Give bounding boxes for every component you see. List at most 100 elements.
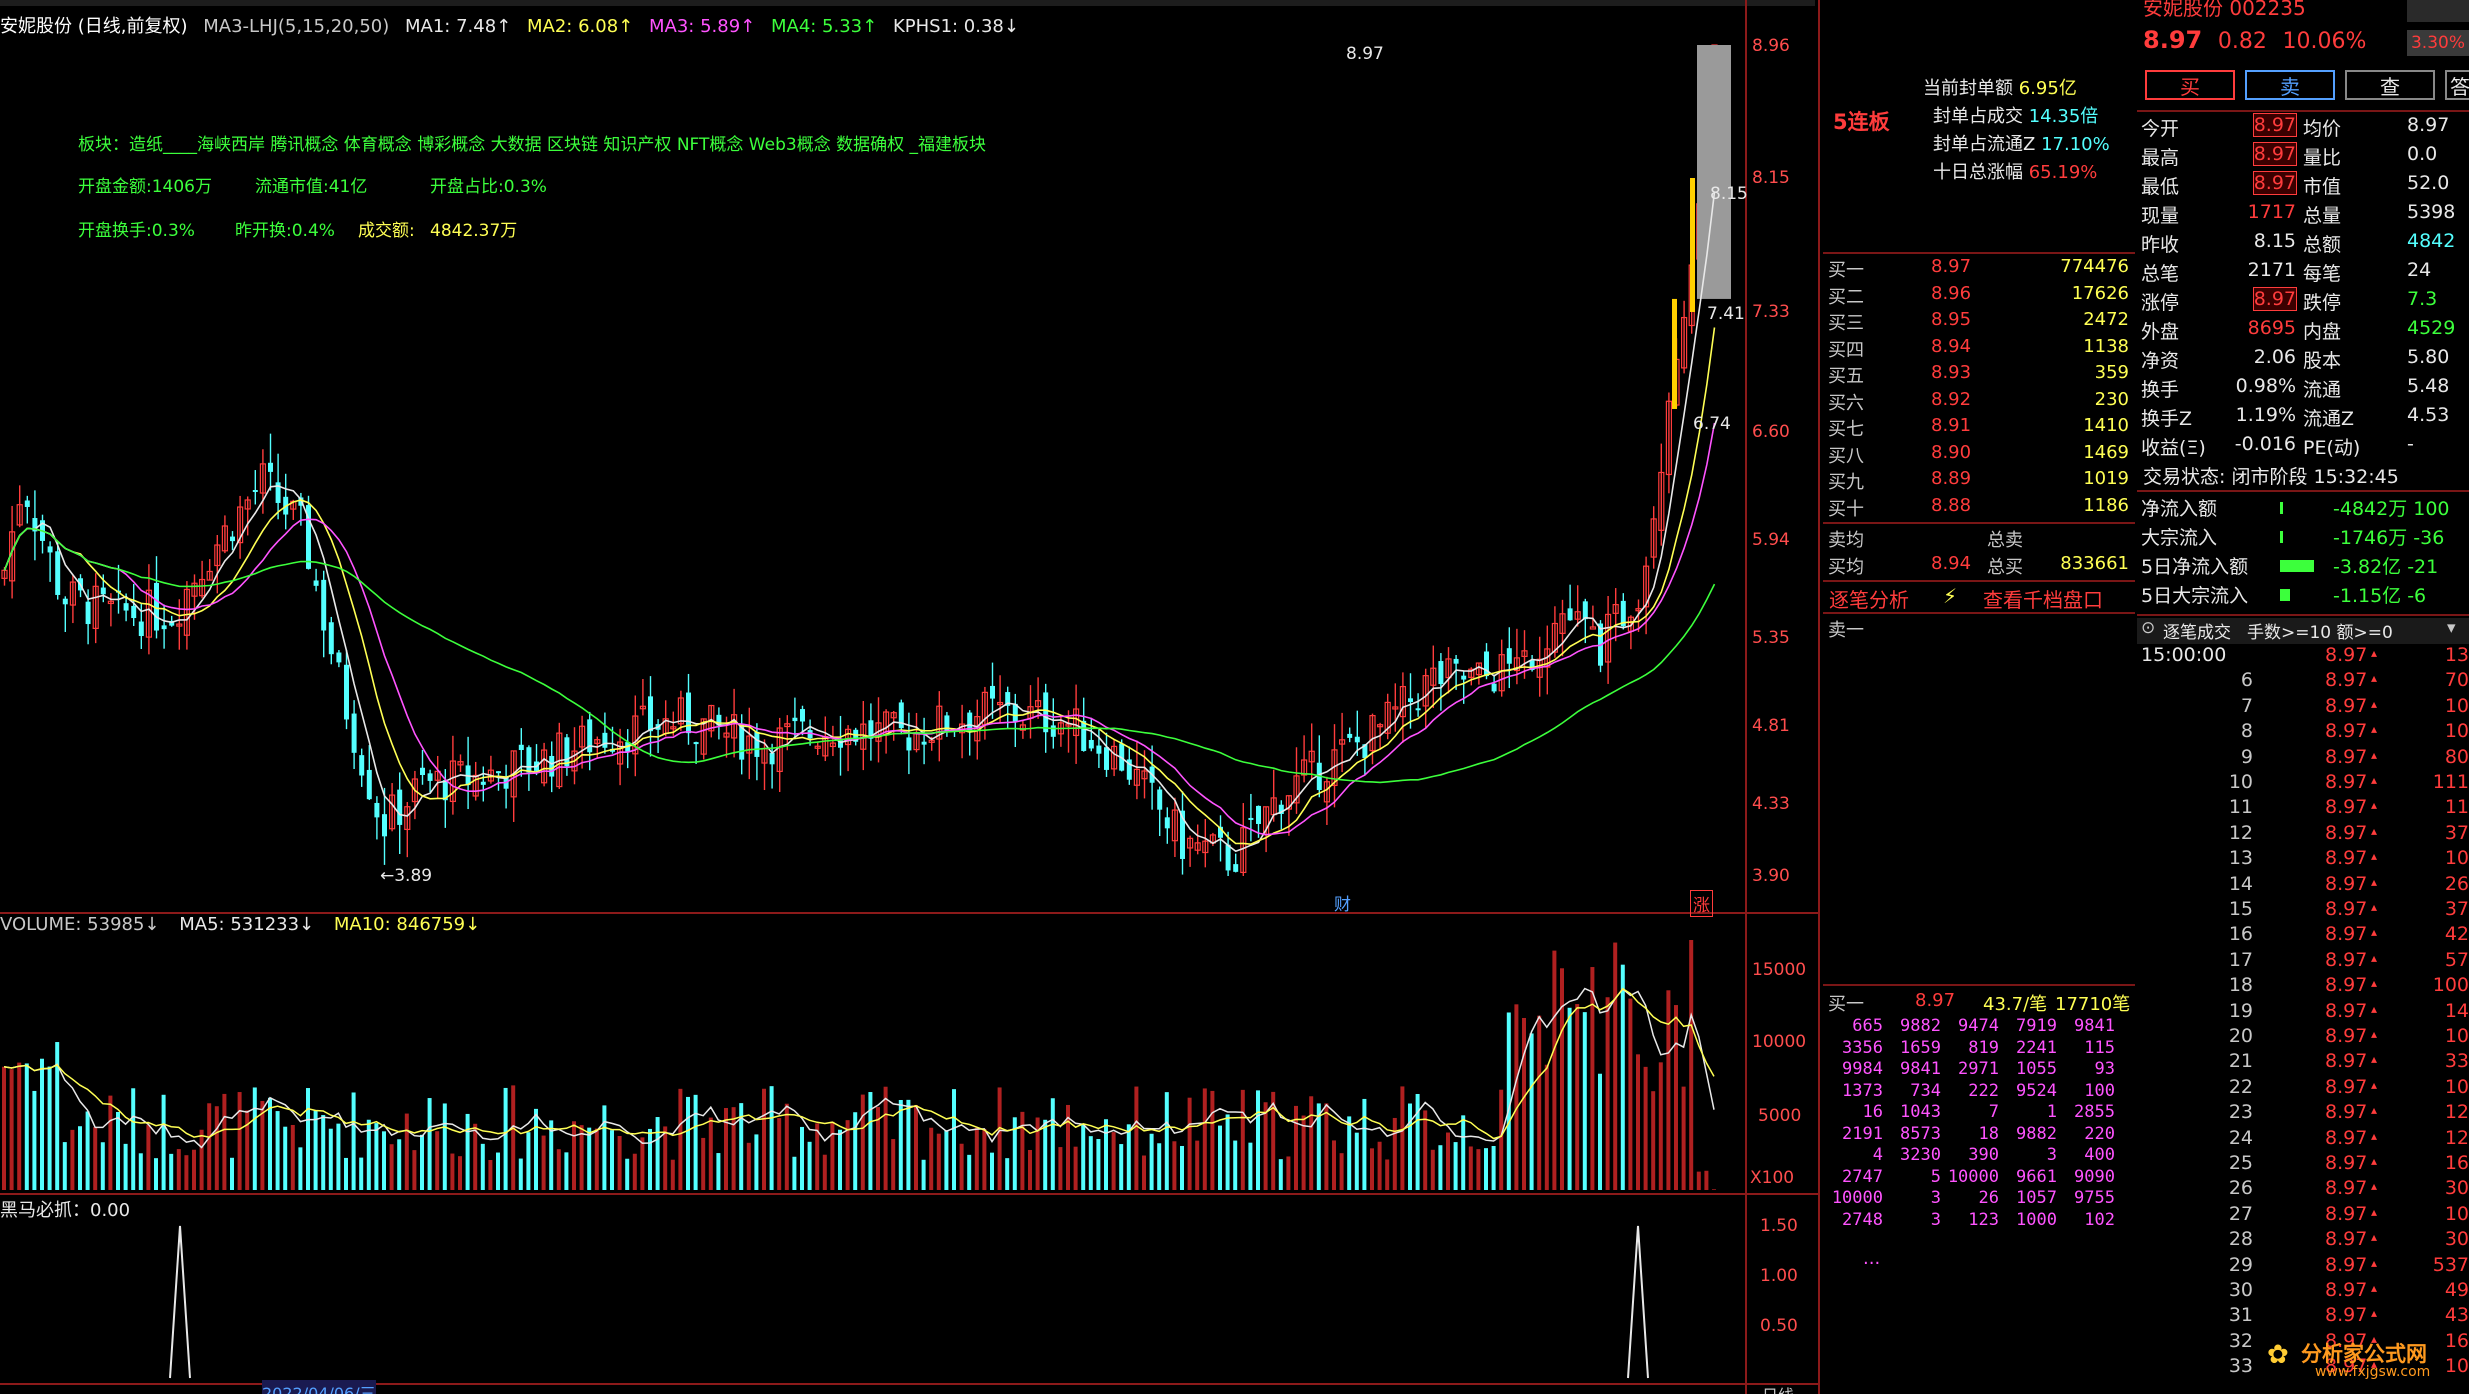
up-arrow-icon: ▴ — [2371, 798, 2378, 813]
volume-bar — [663, 1126, 668, 1190]
volume-chart[interactable] — [0, 940, 1745, 1192]
ticks-header[interactable]: ⊙ 逐笔成交 手数>=10 额>=0 ▾ — [2137, 618, 2469, 644]
candle-body — [427, 773, 433, 781]
volume-bar — [769, 1086, 774, 1190]
volume-bar — [1256, 1090, 1260, 1190]
limit-up-marker[interactable]: 涨 — [1690, 890, 1713, 917]
queue-cell: 220 — [2084, 1123, 2115, 1144]
volume-bar — [458, 1156, 462, 1190]
candle-body — [549, 755, 555, 777]
volume-bar — [473, 1123, 478, 1190]
y-label: 7.33 — [1752, 302, 1790, 322]
tick-price: 8.97 — [2325, 999, 2368, 1022]
bid-level-label: 买七 — [1828, 419, 1864, 440]
volume-bar — [648, 1128, 652, 1190]
bid-level-row[interactable]: 买四 8.94 1138 — [1823, 336, 2133, 364]
main-chart-area[interactable]: 安妮股份 (日线,前复权) MA3-LHJ(5,15,20,50) MA1: 7… — [0, 0, 1820, 1394]
flow-bar — [2280, 531, 2283, 543]
collapse-icon[interactable]: ⊙ — [2141, 618, 2155, 638]
chevron-down-icon[interactable]: ▾ — [2447, 618, 2456, 638]
flow-value: -4842万 100 — [2333, 498, 2450, 520]
volume-bar — [1628, 998, 1633, 1190]
candle-body — [62, 598, 68, 605]
bid-level-row[interactable]: 买十 8.88 1186 — [1823, 495, 2133, 523]
candle-body — [1582, 601, 1588, 620]
volume-bar — [222, 1093, 227, 1190]
bid-level-row[interactable]: 买九 8.89 1019 — [1823, 468, 2133, 496]
bid-level-price: 8.92 — [1931, 388, 1972, 410]
volume-bar — [1613, 942, 1618, 1190]
candle-body — [336, 652, 342, 663]
up-arrow-icon: ▴ — [2371, 722, 2378, 737]
stock-name: 安妮股份 — [2143, 0, 2223, 20]
bid-level-row[interactable]: 买一 8.97 774476 — [1823, 256, 2133, 284]
tick-row: 8 8.97 ▴ 10 — [2137, 720, 2469, 745]
tick-time: 8 — [2240, 720, 2253, 743]
volume-bar — [1347, 1116, 1352, 1190]
ma4-line — [3, 527, 1716, 784]
stat-label: 今开 — [2141, 118, 2180, 140]
volume-bar — [632, 1153, 637, 1190]
candle-body — [374, 802, 380, 818]
queue-cell: 9661 — [2016, 1166, 2057, 1187]
volume-bar — [420, 1134, 424, 1190]
volume-bar — [822, 1154, 827, 1190]
fund-flow-row: 净流入额 -4842万 100 — [2137, 494, 2469, 522]
volume-bar — [1218, 1125, 1222, 1190]
tick-analysis-link[interactable]: 逐笔分析 — [1829, 584, 1909, 613]
queue-more[interactable]: ... — [1863, 1248, 1880, 1269]
vol-y-label: 5000 — [1758, 1106, 1802, 1126]
volume-bar — [784, 1103, 789, 1190]
tick-volume: 37 — [2444, 898, 2469, 920]
ticks-filter[interactable]: 手数>=10 额>=0 — [2247, 618, 2393, 643]
finance-marker[interactable]: 财 — [1334, 890, 1351, 915]
tick-price: 8.97 — [2325, 1101, 2368, 1124]
up-arrow-icon: ▴ — [2371, 747, 2378, 762]
bid-level-row[interactable]: 买二 8.96 17626 — [1823, 283, 2133, 311]
candle-body — [268, 462, 273, 472]
query-button[interactable]: 查 — [2345, 70, 2435, 100]
tick-time: 17 — [2228, 948, 2253, 971]
up-arrow-icon: ▴ — [2371, 1281, 2378, 1295]
sell-button[interactable]: 卖 — [2245, 70, 2335, 100]
volume-bar — [290, 1124, 295, 1190]
queue-cell: 102 — [2084, 1209, 2115, 1230]
volume-bar — [518, 1158, 523, 1190]
stat-label: 最低 — [2141, 176, 2180, 198]
bid-level-row[interactable]: 买六 8.92 230 — [1823, 389, 2133, 417]
candle-body — [1408, 698, 1413, 702]
volume-bar — [1202, 1088, 1207, 1190]
period-label[interactable]: 日线 — [1762, 1382, 1794, 1394]
window-button[interactable] — [2407, 0, 2469, 22]
up-arrow-icon: ▴ — [2371, 849, 2378, 864]
divider — [1823, 580, 2135, 582]
volume-bar — [853, 1112, 858, 1190]
buy-button[interactable]: 买 — [2145, 70, 2235, 100]
bid-level-row[interactable]: 买七 8.91 1410 — [1823, 415, 2133, 443]
volume-bar — [1377, 1141, 1382, 1190]
quote-stat-row: 昨收 8.15 总额 4842 — [2137, 230, 2469, 258]
tick-volume: 26 — [2444, 872, 2469, 895]
seal-ratio: 14.35倍 — [2028, 106, 2099, 127]
tick-volume: 10 — [2444, 720, 2469, 743]
volume-bar — [374, 1123, 379, 1190]
volume-bar — [1658, 1062, 1663, 1190]
view-depth-link[interactable]: 查看千档盘口 — [1983, 584, 2103, 613]
bid-level-row[interactable]: 买八 8.90 1469 — [1823, 442, 2133, 470]
volume-bar — [450, 1153, 455, 1190]
volume-bar — [746, 1142, 751, 1190]
bid-level-row[interactable]: 买五 8.93 359 — [1823, 362, 2133, 390]
up-arrow-icon: ▴ — [2371, 696, 2378, 711]
answer-button[interactable]: 答 — [2445, 70, 2469, 100]
buy1-queue-header: 买一 8.97 43.7/笔 17710笔 — [1823, 990, 2135, 1016]
bid-level-row[interactable]: 买三 8.95 2472 — [1823, 309, 2133, 337]
quote-stat-row: 现量 1717 总量 5398 — [2137, 201, 2469, 229]
tick-price: 8.97 — [2325, 771, 2368, 793]
stat-value: 8.97 — [2252, 287, 2298, 311]
volume-bar — [2, 1066, 6, 1190]
flow-value: -1.15亿 -6 — [2333, 585, 2427, 607]
candlestick-chart[interactable] — [0, 30, 1745, 910]
up-arrow-icon: ▴ — [2371, 925, 2378, 940]
volume-bar — [526, 1132, 531, 1190]
heima-indicator-chart[interactable] — [0, 1196, 1745, 1384]
